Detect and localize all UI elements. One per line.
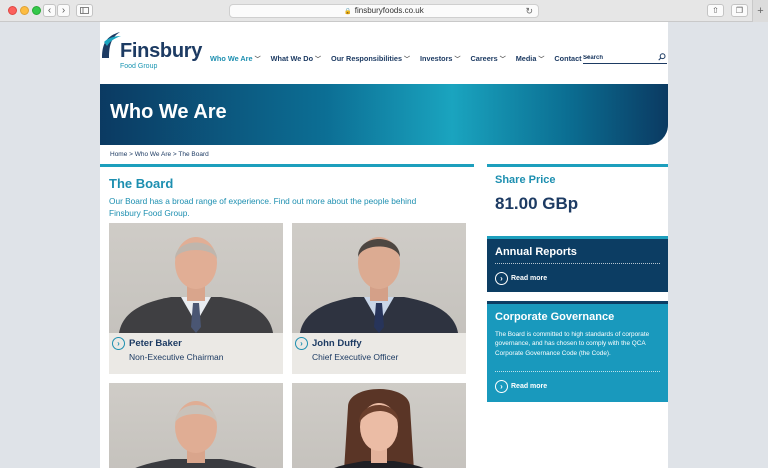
read-more-label: Read more (511, 275, 548, 282)
portrait-image (300, 237, 458, 333)
chevron-right-icon: › (61, 5, 66, 16)
member-name: Peter Baker (129, 338, 182, 349)
section-title: The Board (109, 176, 174, 191)
board-member-card[interactable]: › John Duffy Chief Executive Officer (292, 223, 466, 374)
annual-reports-read-more[interactable]: › Read more (495, 272, 547, 285)
tabs-icon: ❐ (735, 6, 744, 15)
finsbury-logo[interactable]: Finsbury Food Group (100, 30, 210, 70)
chevron-down-icon: ﹀ (538, 57, 545, 63)
plus-icon: + (757, 5, 764, 17)
board-member-card[interactable] (109, 383, 283, 468)
arrow-right-icon[interactable]: › (295, 337, 308, 350)
tabs-button[interactable]: ❐ (731, 4, 748, 17)
arrow-right-icon: › (495, 272, 508, 285)
nav-investors[interactable]: Investors ﹀ (420, 54, 460, 63)
member-photo (292, 223, 466, 333)
forward-button[interactable]: › (57, 4, 70, 17)
logo-swoosh-icon (102, 32, 121, 58)
nav-label: Media (515, 54, 537, 63)
breadcrumb[interactable]: Home > Who We Are > The Board (110, 151, 209, 158)
share-price-panel: Share Price 81.00 GBp (487, 164, 668, 226)
board-member-card[interactable]: › Peter Baker Non-Executive Chairman (109, 223, 283, 374)
close-window-button[interactable] (8, 6, 17, 15)
zoom-window-button[interactable] (32, 6, 41, 15)
dotted-divider (495, 371, 660, 372)
member-photo (109, 383, 283, 468)
section-description: Our Board has a broad range of experienc… (109, 196, 417, 218)
chevron-left-icon: ‹ (47, 5, 52, 16)
share-price-value: 81.00 GBp (495, 194, 579, 213)
arrow-right-icon[interactable]: › (112, 337, 125, 350)
share-price-title: Share Price (495, 174, 556, 186)
new-tab-button[interactable]: + (752, 0, 768, 22)
member-role: Non-Executive Chairman (129, 352, 224, 362)
search-box (583, 53, 667, 64)
corporate-governance-text: The Board is committed to high standards… (495, 331, 650, 357)
corporate-governance-panel[interactable]: Corporate Governance The Board is commit… (487, 301, 668, 402)
chevron-down-icon: ﹀ (254, 57, 261, 63)
annual-reports-title: Annual Reports (495, 246, 577, 258)
arrow-right-icon: › (495, 380, 508, 393)
logo-name: Finsbury (120, 40, 203, 62)
search-input[interactable] (583, 53, 653, 63)
browser-toolbar: ‹ › 🔒 finsburyfoods.co.uk ↻ ⇧ ❐ + (0, 0, 768, 22)
annual-reports-panel[interactable]: Annual Reports › Read more (487, 236, 668, 292)
member-role: Chief Executive Officer (312, 352, 399, 362)
back-button[interactable]: ‹ (43, 4, 56, 17)
search-icon[interactable] (658, 53, 666, 61)
sidebar-toggle-button[interactable] (76, 4, 93, 17)
read-more-label: Read more (511, 383, 548, 390)
share-icon: ⇧ (712, 6, 719, 15)
reload-icon[interactable]: ↻ (525, 5, 533, 17)
portrait-image (135, 401, 257, 468)
portrait-image (119, 237, 273, 333)
chevron-down-icon: ﹀ (499, 57, 506, 63)
nav-our-responsibilities[interactable]: Our Responsibilities ﹀ (331, 54, 410, 63)
member-info: › John Duffy Chief Executive Officer (292, 333, 466, 374)
nav-who-we-are[interactable]: Who We Are ﹀ (210, 54, 261, 63)
nav-label: Who We Are (210, 54, 253, 63)
sidebar-icon (80, 7, 89, 14)
board-section: The Board Our Board has a broad range of… (100, 164, 474, 468)
nav-media[interactable]: Media ﹀ (516, 54, 545, 63)
member-name: John Duffy (312, 338, 362, 349)
portrait-image (334, 389, 424, 468)
chevron-down-icon: ﹀ (454, 57, 461, 63)
nav-label: Our Responsibilities (331, 54, 403, 63)
page-title: Who We Are (110, 101, 227, 123)
nav-label: Careers (470, 54, 498, 63)
main-navigation: Who We Are ﹀ What We Do ﹀ Our Responsibili… (210, 54, 590, 63)
url-text: finsburyfoods.co.uk (354, 6, 424, 15)
chevron-down-icon: ﹀ (315, 57, 322, 63)
hero-banner: Who We Are (100, 84, 668, 145)
chevron-down-icon: ﹀ (404, 57, 411, 63)
nav-label: What We Do (270, 54, 314, 63)
board-member-card[interactable] (292, 383, 466, 468)
member-photo (109, 223, 283, 333)
address-bar[interactable]: 🔒 finsburyfoods.co.uk ↻ (229, 4, 539, 18)
logo-subtitle: Food Group (120, 63, 158, 70)
corporate-governance-title: Corporate Governance (495, 311, 615, 323)
dotted-divider (495, 263, 660, 264)
member-info: › Peter Baker Non-Executive Chairman (109, 333, 283, 374)
nav-label: Contact (554, 54, 582, 63)
nav-what-we-do[interactable]: What We Do ﹀ (271, 54, 321, 63)
nav-careers[interactable]: Careers ﹀ (471, 54, 506, 63)
member-photo (292, 383, 466, 468)
minimize-window-button[interactable] (20, 6, 29, 15)
corporate-governance-read-more[interactable]: › Read more (495, 380, 547, 393)
nav-label: Investors (420, 54, 453, 63)
lock-icon: 🔒 (344, 9, 352, 15)
share-button[interactable]: ⇧ (707, 4, 724, 17)
web-page: Finsbury Food Group Who We Are ﹀ What We … (100, 22, 668, 468)
